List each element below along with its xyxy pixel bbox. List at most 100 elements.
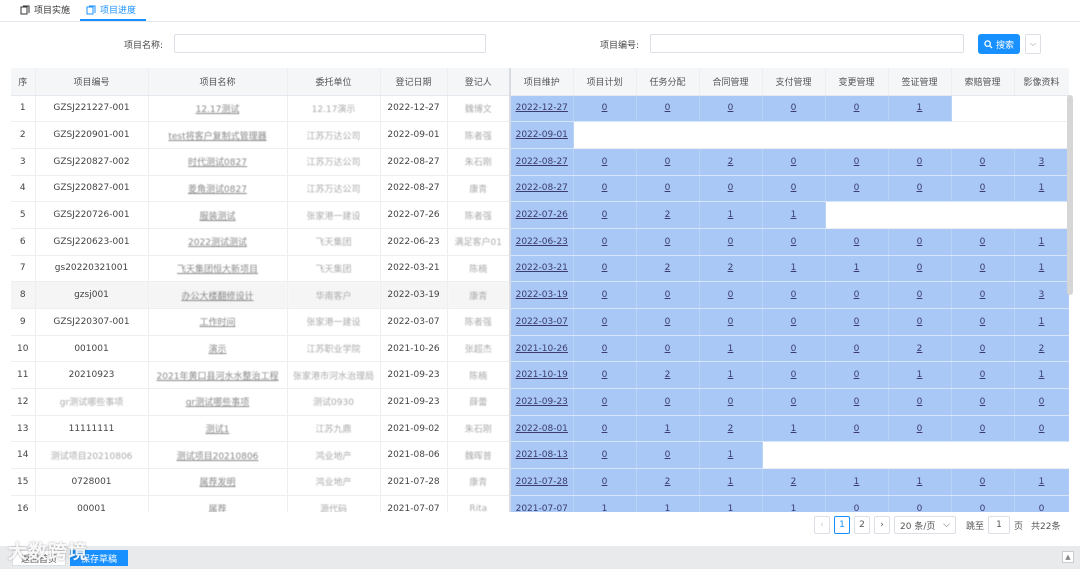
cell-count[interactable]: 0 [699, 281, 763, 309]
count-link[interactable]: 2 [665, 210, 671, 220]
maintenance-date[interactable]: 2022-09-01 [516, 130, 568, 140]
cell-count[interactable]: 0 [888, 148, 952, 176]
table-row[interactable]: 14 测试项目20210806 测试项目20210806 鸿业地产 2021-08-06… [11, 441, 1069, 470]
cell-count[interactable]: 0 [825, 495, 889, 512]
count-link[interactable]: 0 [1039, 424, 1045, 434]
maintenance-date[interactable]: 2022-08-01 [516, 424, 568, 434]
cell-count[interactable]: 0 [573, 175, 637, 203]
count-link[interactable]: 0 [665, 183, 671, 193]
count-link[interactable]: 0 [917, 183, 923, 193]
next-page-button[interactable]: › [874, 516, 890, 534]
page-size-select[interactable]: 20 条/页 ⌵ [894, 516, 956, 534]
count-link[interactable]: 0 [791, 103, 797, 113]
count-link[interactable]: 0 [665, 317, 671, 327]
cell-maintenance-link[interactable]: 2022-03-19 [509, 281, 574, 309]
cell-count[interactable]: 2 [762, 468, 826, 496]
cell-count[interactable]: 0 [1014, 495, 1069, 512]
cell-count[interactable]: 0 [888, 308, 952, 336]
cell-count[interactable]: 1 [1014, 175, 1069, 203]
cell-count[interactable]: 2 [699, 415, 763, 443]
maintenance-date[interactable]: 2022-07-26 [516, 210, 568, 220]
cell-count[interactable]: 0 [825, 281, 889, 309]
count-link[interactable]: 1 [665, 424, 671, 434]
count-link[interactable]: 0 [791, 370, 797, 380]
jump-page-input[interactable]: 1 [988, 516, 1011, 534]
count-link[interactable]: 0 [854, 370, 860, 380]
cell-maintenance-link[interactable]: 2022-12-27 [509, 95, 574, 123]
count-link[interactable]: 0 [854, 397, 860, 407]
count-link[interactable]: 0 [917, 290, 923, 300]
table-row[interactable]: 9 GZSJ220307-001 工作时间 张家港一建设 2022-03-07 陈者强 20… [11, 308, 1069, 336]
cell-count[interactable]: 0 [573, 415, 637, 443]
count-link[interactable]: 1 [1039, 263, 1045, 273]
cell-count[interactable]: 0 [636, 175, 700, 203]
maintenance-date[interactable]: 2022-03-07 [516, 317, 568, 327]
cell-count[interactable]: 2 [636, 361, 700, 390]
cell-count[interactable]: 0 [573, 281, 637, 309]
cell-count[interactable]: 0 [1014, 388, 1069, 416]
count-link[interactable]: 0 [602, 344, 608, 354]
cell-count[interactable]: 0 [636, 281, 700, 309]
cell-count[interactable]: 0 [573, 228, 637, 256]
count-link[interactable]: 0 [665, 157, 671, 167]
cell-name[interactable]: 2022测试测试 [148, 228, 288, 256]
tab-project-implementation[interactable]: 项目实施 [14, 3, 80, 21]
cell-count[interactable]: 1 [888, 468, 952, 496]
count-link[interactable]: 0 [602, 103, 608, 113]
cell-count[interactable]: 0 [951, 148, 1015, 176]
count-link[interactable]: 0 [980, 183, 986, 193]
cell-count[interactable]: 0 [573, 468, 637, 496]
count-link[interactable]: 0 [602, 397, 608, 407]
count-link[interactable]: 0 [602, 424, 608, 434]
cell-name[interactable]: gr测试哪些事项 [148, 388, 288, 416]
cell-maintenance-link[interactable]: 2021-08-13 [509, 441, 574, 470]
cell-count[interactable]: 0 [636, 95, 700, 123]
cell-count[interactable]: 0 [888, 281, 952, 309]
count-link[interactable]: 0 [854, 290, 860, 300]
cell-count[interactable]: 0 [1014, 415, 1069, 443]
cell-count[interactable]: 0 [825, 415, 889, 443]
cell-count[interactable]: 0 [888, 415, 952, 443]
cell-count[interactable]: 0 [951, 175, 1015, 203]
cell-name[interactable]: test将客户复制式管理器 [148, 121, 288, 149]
count-link[interactable]: 0 [980, 370, 986, 380]
maintenance-date[interactable]: 2022-03-19 [516, 290, 568, 300]
cell-maintenance-link[interactable]: 2022-08-27 [509, 175, 574, 203]
cell-count[interactable]: 0 [762, 388, 826, 416]
count-link[interactable]: 0 [728, 183, 734, 193]
count-link[interactable]: 0 [665, 397, 671, 407]
count-link[interactable]: 0 [665, 344, 671, 354]
count-link[interactable]: 0 [854, 103, 860, 113]
count-link[interactable]: 0 [1039, 397, 1045, 407]
table-row[interactable]: 7 gs20220321001 飞天集团恒大新项目 飞天集团 2022-03-21 陈楠 2… [11, 255, 1069, 283]
count-link[interactable]: 0 [980, 344, 986, 354]
cell-count[interactable]: 1 [762, 255, 826, 283]
cell-count[interactable]: 0 [951, 228, 1015, 256]
table-row[interactable]: 8 gzsj001 办公大楼翻修设计 华南客户 2022-03-19 康青 2022-03-… [11, 281, 1069, 309]
cell-count[interactable]: 0 [699, 228, 763, 256]
cell-maintenance-link[interactable]: 2022-03-07 [509, 308, 574, 336]
count-link[interactable]: 0 [665, 450, 671, 460]
cell-count[interactable]: 1 [699, 361, 763, 390]
cell-count[interactable]: 1 [699, 335, 763, 363]
count-link[interactable]: 1 [728, 370, 734, 380]
maintenance-date[interactable]: 2021-10-19 [516, 370, 568, 380]
count-link[interactable]: 0 [602, 263, 608, 273]
count-link[interactable]: 3 [1039, 290, 1045, 300]
count-link[interactable]: 0 [602, 237, 608, 247]
cell-maintenance-link[interactable]: 2021-07-28 [509, 468, 574, 496]
cell-count[interactable]: 0 [636, 388, 700, 416]
count-link[interactable]: 0 [602, 210, 608, 220]
count-link[interactable]: 1 [1039, 370, 1045, 380]
cell-count[interactable]: 0 [825, 308, 889, 336]
cell-count[interactable]: 2 [636, 468, 700, 496]
count-link[interactable]: 0 [1039, 504, 1045, 512]
maintenance-date[interactable]: 2022-03-21 [516, 263, 568, 273]
cell-count[interactable]: 1 [699, 201, 763, 229]
cell-count[interactable]: 0 [636, 335, 700, 363]
cell-count[interactable]: 0 [762, 148, 826, 176]
cell-maintenance-link[interactable]: 2021-10-19 [509, 361, 574, 390]
cell-count[interactable]: 0 [951, 388, 1015, 416]
table-row[interactable]: 1 GZSJ221227-001 12.17测试 12.17演示 2022-12-27 魏… [11, 95, 1069, 123]
count-link[interactable]: 0 [980, 317, 986, 327]
